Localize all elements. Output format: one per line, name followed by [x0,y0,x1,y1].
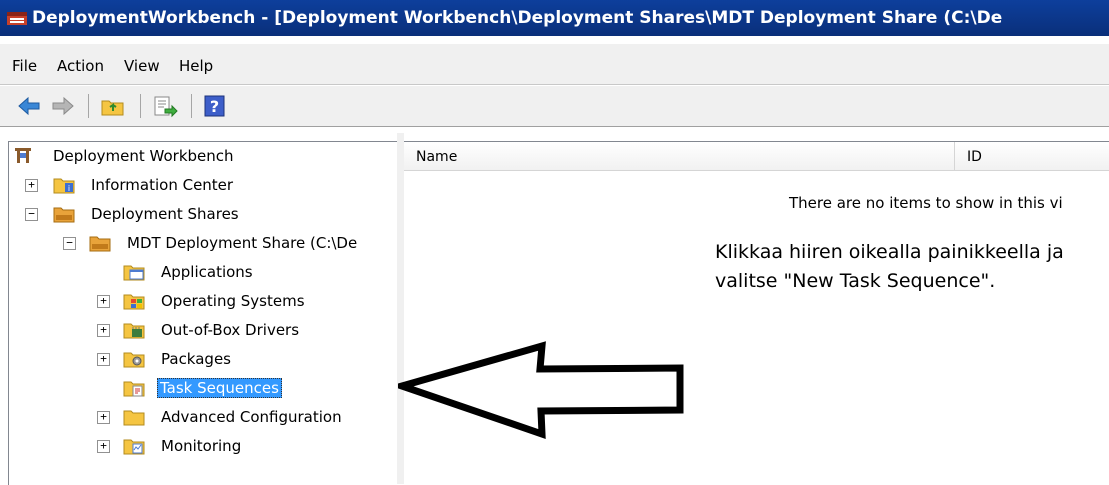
window-title: DeploymentWorkbench - [Deployment Workbe… [32,8,1003,28]
shares-folder-icon [53,207,75,223]
back-arrow-icon[interactable] [16,94,42,118]
tree-pane: Deployment Workbench + i Information Cen… [8,141,397,485]
expand-icon[interactable]: + [97,324,110,337]
tree-label-operating-systems: Operating Systems [161,292,305,310]
svg-text:?: ? [210,97,219,116]
menu-action[interactable]: Action [57,57,104,75]
expand-icon[interactable]: + [97,440,110,453]
column-header-name[interactable]: Name [404,142,955,171]
tree-label-information-center: Information Center [91,176,234,194]
toolbar: ? [0,86,1109,127]
workbench-icon [15,148,31,163]
share-folder-icon [89,236,111,252]
tree-label-mdt-share: MDT Deployment Share (C:\De [127,234,358,252]
os-folder-icon [123,294,145,310]
export-list-icon[interactable] [152,94,178,118]
menu-file[interactable]: File [12,57,37,75]
menu-view[interactable]: View [124,57,160,75]
collapse-icon[interactable]: − [63,237,76,250]
tree-label-advanced-configuration: Advanced Configuration [161,408,342,426]
advanced-folder-icon [123,410,145,426]
column-header-id[interactable]: ID [955,142,1109,171]
expand-icon[interactable]: + [97,411,110,424]
empty-list-message: There are no items to show in this vi [789,194,1063,212]
forward-arrow-icon[interactable] [50,94,76,118]
toolbar-separator [88,94,89,118]
tree-label-root: Deployment Workbench [53,147,234,165]
info-folder-icon: i [53,178,75,194]
annotation-arrow-icon [398,341,684,439]
tree-label-deployment-shares: Deployment Shares [91,205,239,223]
title-bar: DeploymentWorkbench - [Deployment Workbe… [0,0,1109,36]
toolbar-separator [191,94,192,118]
tree-label-monitoring: Monitoring [161,437,242,455]
monitoring-folder-icon [123,439,145,455]
expand-icon[interactable]: + [25,179,38,192]
help-icon[interactable]: ? [202,94,228,118]
tree-label-packages: Packages [161,350,231,368]
svg-text:i: i [68,184,70,193]
menu-help[interactable]: Help [179,57,213,75]
column-label-name: Name [416,149,458,165]
tree-label-applications: Applications [161,263,253,281]
menu-bar: File Action View Help [0,44,1109,85]
tree-label-task-sequences: Task Sequences [157,378,282,398]
expand-icon[interactable]: + [97,353,110,366]
packages-folder-icon [123,352,145,368]
annotation-text: Klikkaa hiiren oikealla painikkeella ja … [715,241,1064,292]
tree-label-drivers: Out-of-Box Drivers [161,321,300,339]
app-icon [7,12,27,25]
expand-icon[interactable]: + [97,295,110,308]
column-label-id: ID [967,149,982,165]
up-folder-icon[interactable] [100,94,126,118]
toolbar-separator [140,94,141,118]
drivers-folder-icon [123,323,145,339]
task-sequences-icon [123,381,145,397]
applications-icon [123,265,145,281]
collapse-icon[interactable]: − [25,208,38,221]
